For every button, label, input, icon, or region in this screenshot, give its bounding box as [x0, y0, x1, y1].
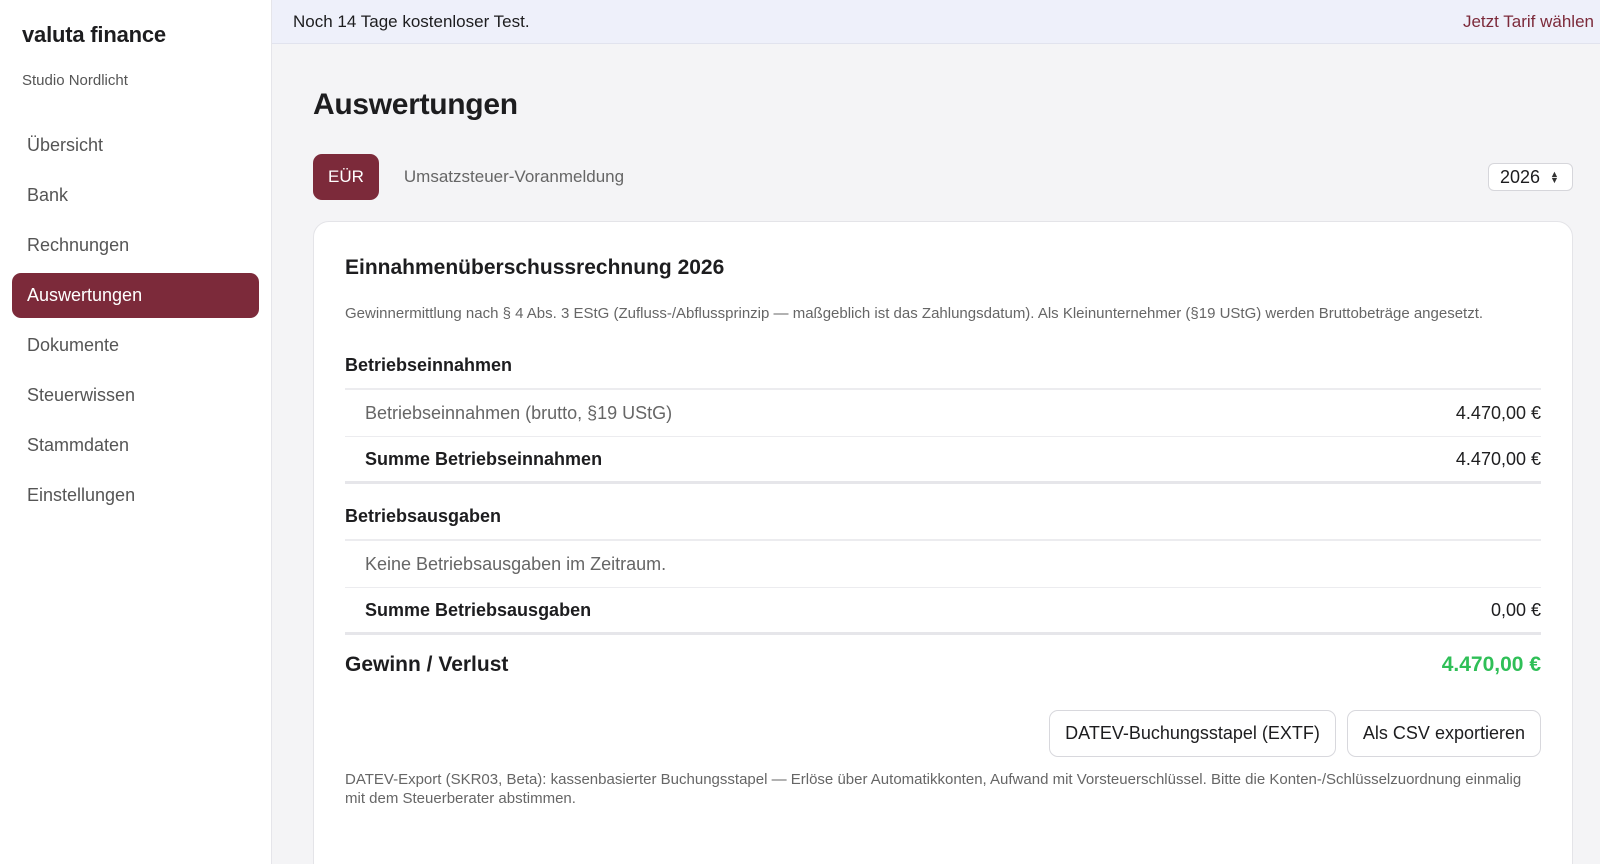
sidebar-item-auswertungen[interactable]: Auswertungen — [12, 273, 259, 318]
sidebar-item-einstellungen[interactable]: Einstellungen — [12, 473, 259, 518]
expenses-sum-label: Summe Betriebsausgaben — [365, 599, 592, 620]
expenses-empty-row: Keine Betriebsausgaben im Zeitraum. — [345, 541, 1541, 588]
expenses-empty-text: Keine Betriebsausgaben im Zeitraum. — [365, 553, 667, 574]
main-area: Noch 14 Tage kostenloser Test. Jetzt Tar… — [272, 0, 1600, 864]
sidebar-item-dokumente[interactable]: Dokumente — [12, 323, 259, 368]
sidebar-item-rechnungen[interactable]: Rechnungen — [12, 223, 259, 268]
export-buttons: DATEV-Buchungsstapel (EXTF) Als CSV expo… — [345, 710, 1541, 757]
sidebar-nav: Übersicht Bank Rechnungen Auswertungen D… — [12, 123, 259, 518]
trial-banner: Noch 14 Tage kostenloser Test. Jetzt Tar… — [272, 0, 1600, 44]
sidebar-item-steuerwissen[interactable]: Steuerwissen — [12, 373, 259, 418]
eur-card: Einnahmenüberschussrechnung 2026 Gewinne… — [313, 221, 1573, 864]
datev-export-button[interactable]: DATEV-Buchungsstapel (EXTF) — [1049, 710, 1336, 757]
profit-loss-row: Gewinn / Verlust 4.470,00 € — [345, 653, 1541, 677]
income-row: Betriebseinnahmen (brutto, §19 UStG) 4.4… — [345, 390, 1541, 437]
datev-footnote: DATEV-Export (SKR03, Beta): kassenbasier… — [345, 771, 1522, 807]
profit-loss-value: 4.470,00 € — [1441, 653, 1541, 676]
csv-export-button[interactable]: Als CSV exportieren — [1346, 710, 1541, 757]
income-sum-value: 4.470,00 € — [1455, 448, 1541, 469]
income-sum-row: Summe Betriebseinnahmen 4.470,00 € — [345, 437, 1541, 484]
year-select-value: 2026 — [1500, 166, 1541, 187]
report-tabs: EÜR Umsatzsteuer-Voranmeldung 2026 ▲ ▼ — [313, 154, 1573, 200]
expenses-sum-row: Summe Betriebsausgaben 0,00 € — [345, 588, 1541, 635]
profit-loss-label: Gewinn / Verlust — [345, 653, 509, 676]
tab-eur[interactable]: EÜR — [313, 154, 379, 200]
page-title: Auswertungen — [313, 88, 518, 121]
sidebar-item-stammdaten[interactable]: Stammdaten — [12, 423, 259, 468]
trial-text: Noch 14 Tage kostenloser Test. — [293, 11, 530, 31]
income-sum-label: Summe Betriebseinnahmen — [365, 448, 603, 469]
organization-name: Studio Nordlicht — [22, 72, 128, 89]
expenses-section-title: Betriebsausgaben — [345, 506, 1541, 541]
brand-logo[interactable]: valuta finance — [12, 22, 259, 48]
income-row-value: 4.470,00 € — [1455, 402, 1541, 423]
card-description: Gewinnermittlung nach § 4 Abs. 3 EStG (Z… — [345, 305, 1484, 322]
tab-umsatzsteuer-voranmeldung[interactable]: Umsatzsteuer-Voranmeldung — [389, 154, 639, 200]
sidebar-item-bank[interactable]: Bank — [12, 173, 259, 218]
chevron-updown-icon: ▲ ▼ — [1550, 169, 1559, 185]
year-select[interactable]: 2026 ▲ ▼ — [1488, 163, 1573, 191]
app-window: valuta finance Studio Nordlicht Übersich… — [0, 0, 1600, 864]
income-section-title: Betriebseinnahmen — [345, 355, 1541, 390]
expenses-sum-value: 0,00 € — [1490, 599, 1541, 620]
content: Auswertungen EÜR Umsatzsteuer-Voranmeldu… — [272, 88, 1600, 864]
sidebar: valuta finance Studio Nordlicht Übersich… — [0, 0, 272, 864]
card-title: Einnahmenüberschussrechnung 2026 — [345, 256, 725, 279]
sidebar-item-uebersicht[interactable]: Übersicht — [12, 123, 259, 168]
income-row-label: Betriebseinnahmen (brutto, §19 UStG) — [365, 402, 673, 423]
choose-plan-link[interactable]: Jetzt Tarif wählen — [1463, 12, 1594, 32]
